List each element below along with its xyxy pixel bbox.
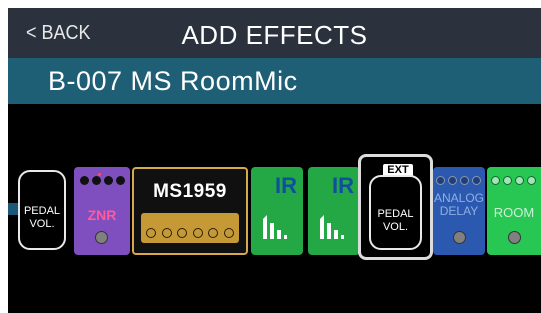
- effect-room-reverb[interactable]: ROOM: [487, 167, 541, 255]
- impulse-response-icon: [263, 215, 287, 239]
- knob-row: [491, 176, 536, 185]
- knob-icon: [161, 228, 172, 238]
- footswitch-icon: [453, 231, 466, 244]
- effect-analog-delay[interactable]: ANALOG DELAY: [433, 167, 485, 255]
- impulse-response-icon: [320, 215, 344, 239]
- knob-icon: [472, 176, 481, 185]
- amp-control-panel: [141, 213, 239, 243]
- page-title: ADD EFFECTS: [181, 20, 368, 50]
- effect-ir-2[interactable]: IR: [308, 167, 360, 255]
- header-bar: < BACK ADD EFFECTS: [8, 8, 541, 58]
- effect-ms1959-amp[interactable]: MS1959: [132, 167, 248, 255]
- footswitch-icon: [508, 231, 521, 244]
- footswitch-icon: [95, 231, 108, 244]
- knob-icon: [436, 176, 445, 185]
- effect-label: MS1959: [153, 181, 227, 202]
- effect-label: ANALOG DELAY: [433, 192, 485, 218]
- knob-icon: [192, 228, 203, 238]
- knob-icon: [448, 176, 457, 185]
- effect-label: PEDAL: [377, 208, 414, 221]
- effect-label: VOL.: [382, 221, 409, 234]
- knob-icon: [515, 176, 524, 185]
- knob-icon: [116, 176, 125, 185]
- effect-znr[interactable]: ZNR: [74, 167, 130, 255]
- effect-label: ROOM: [493, 205, 535, 220]
- patch-name: B-007 MS RoomMic: [48, 66, 298, 96]
- effect-label: PEDAL: [23, 205, 61, 218]
- effect-ir-1[interactable]: IR: [251, 167, 303, 255]
- knob-icon: [460, 176, 469, 185]
- chain-line-left: [8, 203, 18, 215]
- effect-label: IR: [332, 173, 354, 198]
- patch-bar: B-007 MS RoomMic: [8, 58, 541, 104]
- device-screen: < BACK ADD EFFECTS B-007 MS RoomMic PEDA…: [8, 8, 541, 313]
- effect-pedal-vol-ext[interactable]: PEDAL VOL.: [369, 175, 422, 250]
- knob-icon: [177, 228, 188, 238]
- knob-icon: [104, 176, 113, 185]
- effect-label: VOL.: [29, 218, 55, 231]
- knob-icon: [491, 176, 500, 185]
- effect-label-line: DELAY: [439, 204, 479, 218]
- knob-icon: [503, 176, 512, 185]
- knob-row: [80, 176, 125, 185]
- effect-label: ZNR: [87, 207, 117, 223]
- knob-icon: [223, 228, 234, 238]
- knob-icon: [527, 176, 536, 185]
- effect-label: IR: [275, 173, 297, 198]
- knob-icon: [80, 176, 89, 185]
- knob-icon: [92, 176, 101, 185]
- knob-icon: [208, 228, 219, 238]
- effect-pedal-vol[interactable]: PEDAL VOL.: [18, 170, 66, 250]
- selected-effect-frame[interactable]: EXT PEDAL VOL.: [358, 154, 433, 260]
- knob-icon: [146, 228, 156, 238]
- knob-row: [436, 176, 481, 185]
